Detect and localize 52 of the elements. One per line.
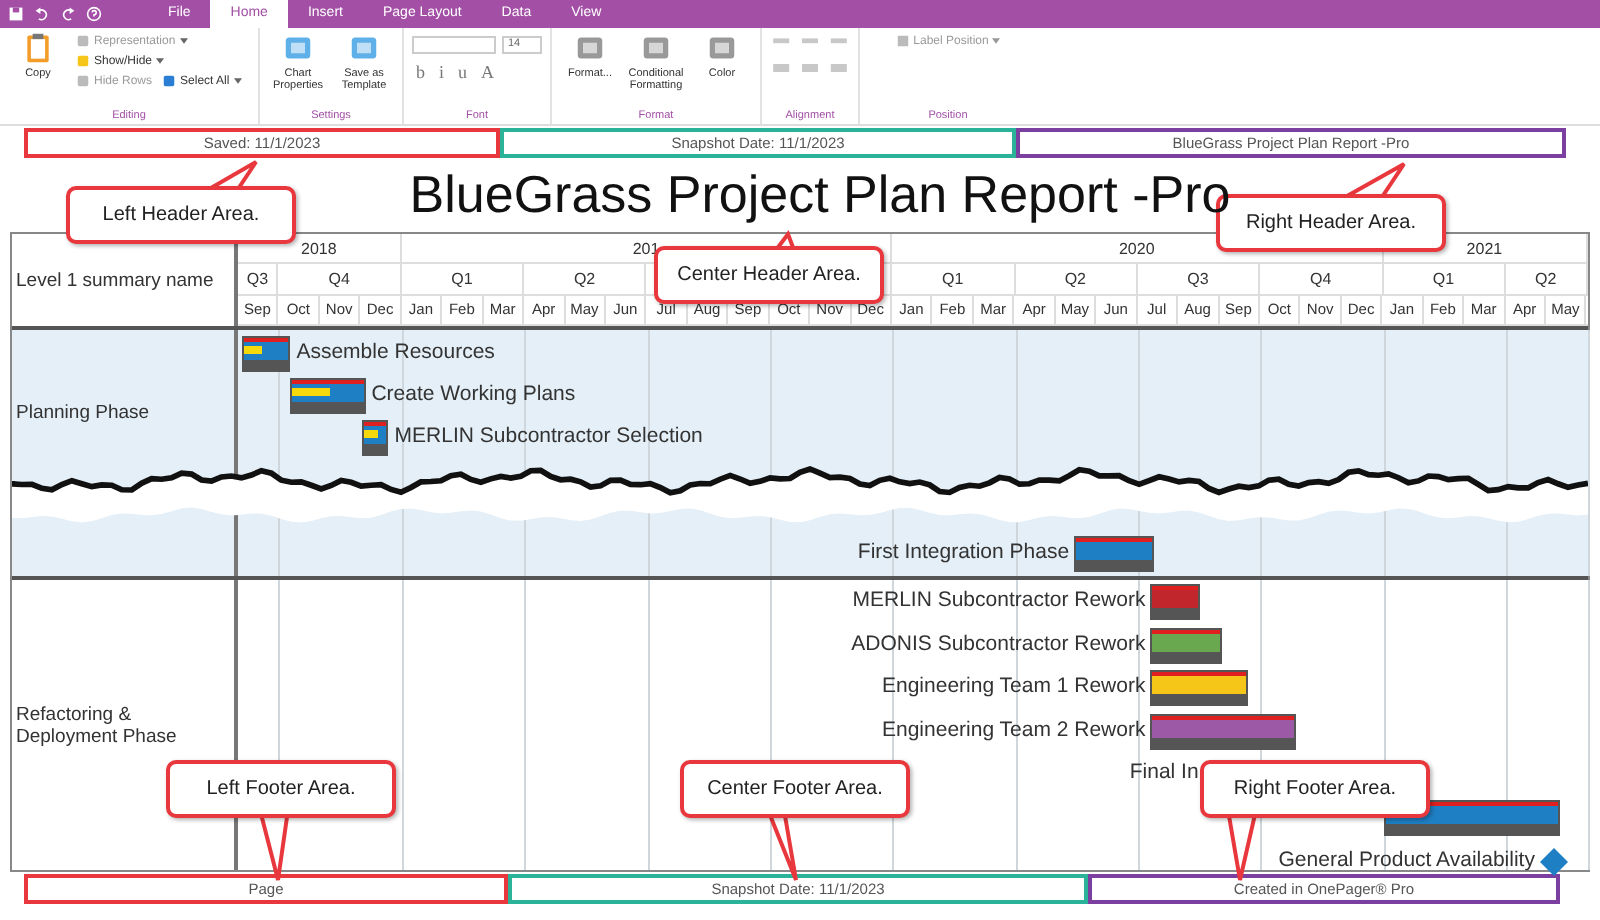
year-label: 2018 (301, 239, 337, 258)
button-icon (162, 74, 177, 88)
task-label: Create Working Plans (371, 382, 576, 406)
tool-icon (350, 32, 378, 64)
task-label: Assemble Resources (296, 340, 495, 364)
task-label: General Product Availability (1278, 847, 1535, 872)
help-icon[interactable] (86, 6, 102, 22)
clipboard-icon (24, 32, 52, 64)
caret-icon (179, 38, 188, 44)
tool-icon (576, 32, 604, 64)
quarter-label: Q4 (1310, 269, 1332, 288)
task-label: MERLIN Subcontractor Rework (852, 588, 1146, 612)
caret-icon (156, 58, 165, 64)
quarter-label: Q2 (1534, 269, 1557, 288)
tool-icon (642, 32, 670, 64)
task-bar[interactable] (363, 422, 387, 454)
tool-icon (708, 32, 736, 64)
tool-icon (284, 32, 312, 64)
quarter-label: Q2 (1064, 269, 1086, 288)
task-bar[interactable] (291, 380, 364, 412)
quarter-label: Q1 (451, 269, 473, 288)
row-name: Refactoring & Deployment Phase (16, 703, 179, 747)
button-icon (895, 34, 910, 48)
quarter-label: Q2 (573, 269, 596, 288)
font-style-button[interactable]: i (435, 62, 449, 82)
font-style-button[interactable]: u (454, 62, 472, 82)
caret-icon (992, 38, 1001, 44)
redo-icon[interactable] (60, 6, 76, 22)
quarter-label: Q1 (941, 269, 964, 288)
task-label: Engineering Team 2 Rework (882, 717, 1146, 742)
task-label: ADONIS Subcontractor Rework (851, 631, 1146, 656)
task-label: MERLIN Subcontractor Selection (394, 424, 703, 448)
quarter-label: Q3 (1187, 269, 1209, 288)
undo-icon[interactable] (34, 6, 50, 22)
year-label: 2020 (1118, 239, 1155, 258)
font-name-field[interactable] (412, 36, 496, 54)
font-style-button[interactable]: A (477, 62, 499, 82)
font-style-button[interactable]: b (412, 62, 429, 82)
quarter-label: Q3 (246, 269, 269, 288)
quarter-label: Q1 (1432, 269, 1455, 288)
task-bar[interactable] (244, 338, 289, 370)
quarter-label: Q4 (328, 269, 350, 288)
task-bar[interactable] (1151, 672, 1246, 705)
callout-tooltip: Center Header Area. (654, 246, 884, 304)
task-label: First Integration Phase (857, 540, 1070, 564)
task-label: Final In (1129, 760, 1199, 785)
caret-icon (233, 78, 242, 84)
year-label: 2021 (1466, 239, 1503, 258)
save-icon[interactable] (8, 6, 24, 22)
task-label: Engineering Team 1 Rework (882, 674, 1146, 699)
row-name: Planning Phase (16, 402, 152, 424)
milestone-diamond[interactable] (1540, 847, 1569, 876)
